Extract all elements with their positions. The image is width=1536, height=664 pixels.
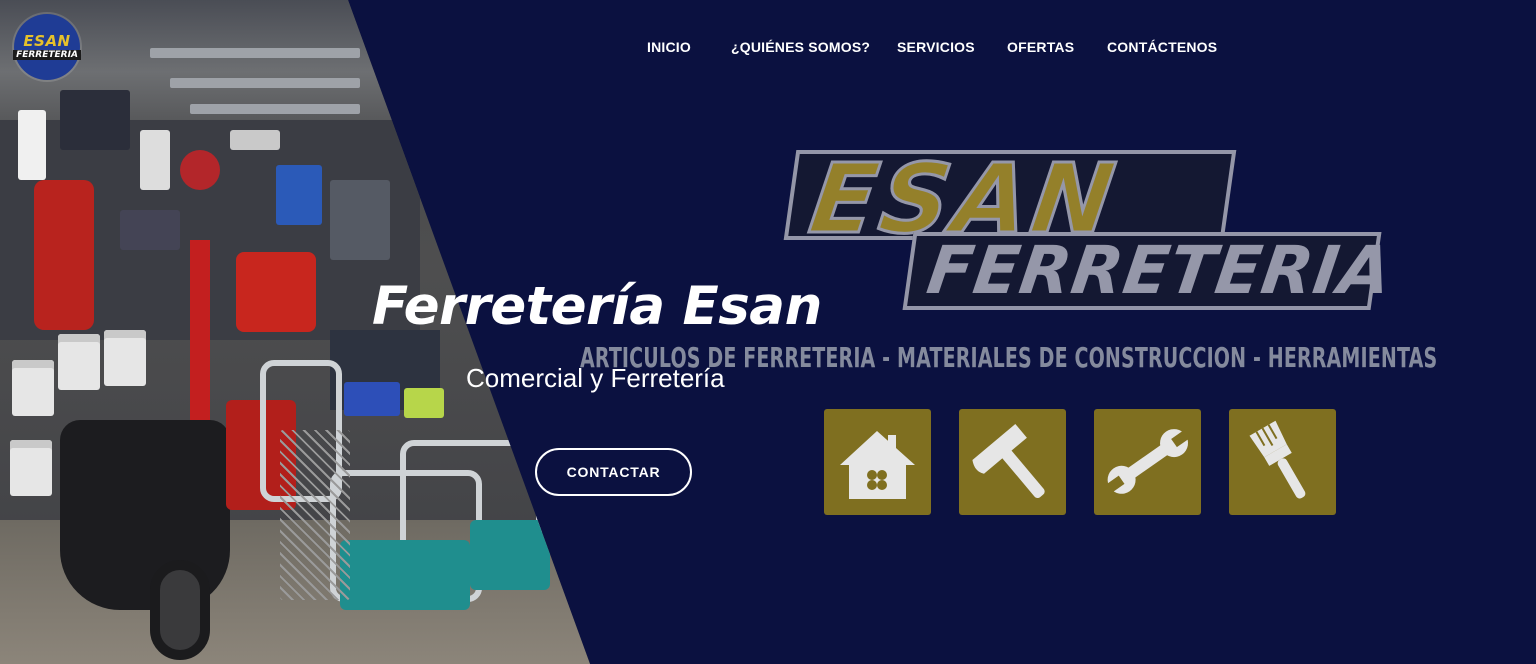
- hero-section: ESAN FERRETERIA INICIO ¿QUIÉNES SOMOS? S…: [0, 0, 1536, 664]
- nav-item-ofertas[interactable]: OFERTAS: [1007, 39, 1074, 55]
- brand-text-esan: ESAN: [783, 142, 1237, 257]
- nav-item-servicios[interactable]: SERVICIOS: [897, 39, 975, 55]
- main-nav: INICIO ¿QUIÉNES SOMOS? SERVICIOS OFERTAS…: [0, 39, 1536, 59]
- hero-title: Ferretería Esan: [372, 276, 822, 337]
- brand-text-ferreteria: FERRETERIA: [902, 232, 1397, 310]
- nav-item-contactenos[interactable]: CONTÁCTENOS: [1107, 39, 1217, 55]
- hero-subtitle: Comercial y Ferretería: [466, 363, 725, 393]
- wrench-icon: [1094, 409, 1201, 515]
- nav-item-inicio[interactable]: INICIO: [647, 39, 691, 55]
- hammer-icon: [959, 409, 1066, 515]
- nav-item-quienes-somos[interactable]: ¿QUIÉNES SOMOS?: [731, 39, 870, 55]
- contact-button[interactable]: CONTACTAR: [535, 448, 692, 496]
- house-icon: [824, 409, 931, 515]
- paintbrush-icon: [1229, 409, 1336, 515]
